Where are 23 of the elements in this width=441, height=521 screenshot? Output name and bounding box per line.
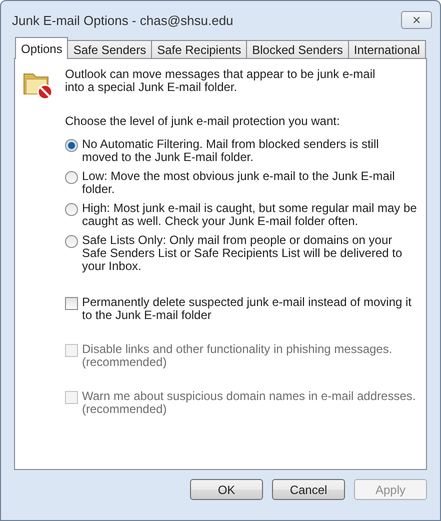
tab[interactable]: Options xyxy=(15,37,68,59)
checkbox[interactable] xyxy=(65,297,78,310)
radio-label: High: Most junk e-mail is caught, but some regular mail may be caught as well. Check your Junk E-mail folder often. xyxy=(82,202,418,228)
radio-label: Safe Lists Only: Only mail from people or domains on your Safe Senders List or Safe Recipients List will be delivered to your Inbox. xyxy=(82,234,404,273)
checkbox-label: Disable links and other functionality in phishing messages. (recommended) xyxy=(82,343,394,369)
tab[interactable]: Safe Recipients xyxy=(151,40,248,59)
prompt-text: Choose the level of junk e-mail protection you want: xyxy=(65,115,341,128)
radio-label: No Automatic Filtering. Mail from blocked senders is still moved to the Junk E-mail folder. xyxy=(82,138,380,164)
radio-button[interactable] xyxy=(65,139,78,152)
dialog-button[interactable]: OK xyxy=(190,479,263,500)
checkbox-label: Permanently delete suspected junk e-mail instead of moving it to the Junk E-mail folder xyxy=(82,296,413,322)
intro-text: Outlook can move messages that appear to be junk e-mail into a special Junk E-mail folder. xyxy=(65,68,376,96)
radio-label: Low: Move the most obvious junk e-mail to the Junk E-mail folder. xyxy=(82,170,396,196)
tab[interactable]: Blocked Senders xyxy=(246,40,349,59)
radio-button[interactable] xyxy=(65,203,78,216)
close-button[interactable]: ✕ xyxy=(401,11,432,29)
radio-button[interactable] xyxy=(65,235,78,248)
tab[interactable]: International xyxy=(348,40,426,59)
checkbox-label: Warn me about suspicious domain names in e-mail addresses. (recommended) xyxy=(82,390,417,416)
radio-button[interactable] xyxy=(65,171,78,184)
window-title: Junk E-mail Options - chas@shsu.edu xyxy=(12,12,234,28)
dialog-button[interactable]: Cancel xyxy=(272,479,345,500)
tab[interactable]: Safe Senders xyxy=(67,40,152,59)
